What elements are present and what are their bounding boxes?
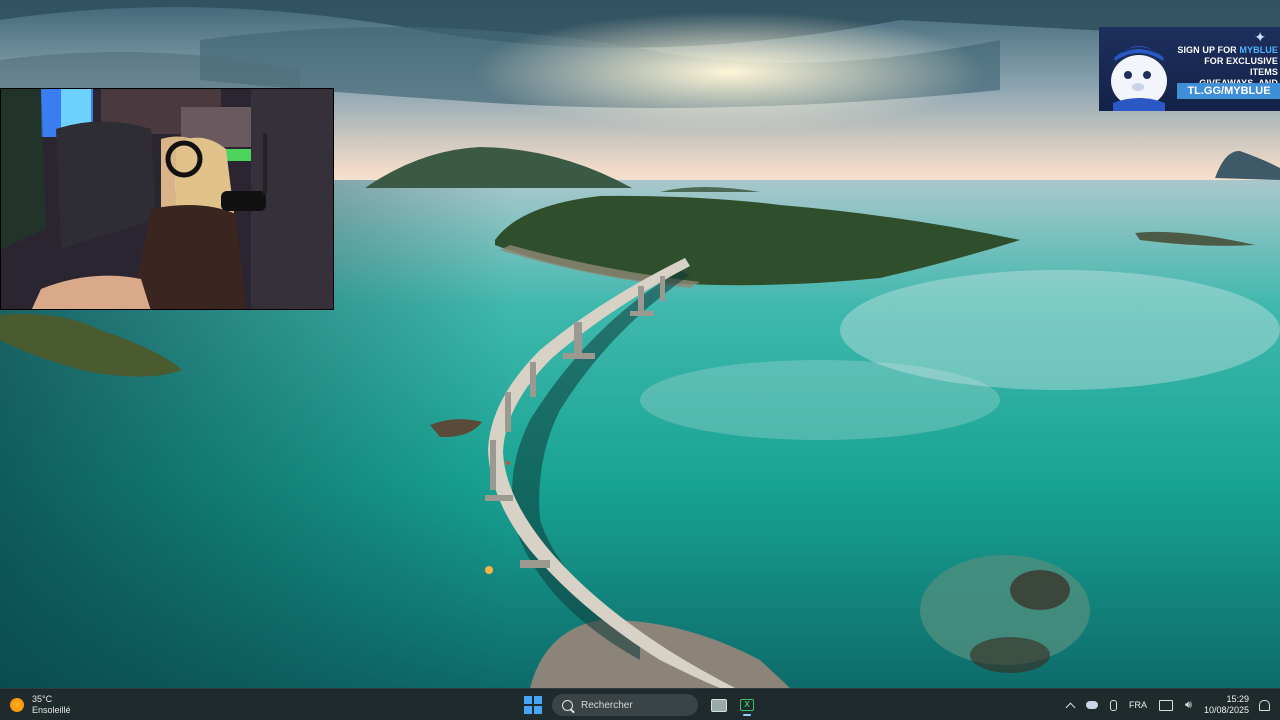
- promo-line1-prefix: SIGN UP FOR: [1177, 45, 1240, 55]
- task-view-icon: [711, 698, 727, 712]
- start-button[interactable]: [524, 696, 542, 714]
- promo-line1-highlight: MYBLUE: [1239, 45, 1278, 55]
- weather-widget[interactable]: 35°C Ensoleillé: [10, 693, 71, 717]
- taskbar-app-button[interactable]: X: [736, 694, 758, 716]
- taskbar-center: Rechercher X: [524, 692, 764, 718]
- clock[interactable]: 15:29 10/08/2025: [1204, 694, 1249, 716]
- search-placeholder: Rechercher: [581, 699, 633, 711]
- clock-date: 10/08/2025: [1203, 705, 1249, 715]
- show-hidden-icons-button[interactable]: [1065, 700, 1076, 712]
- weather-temperature: 35°C: [32, 694, 53, 704]
- weather-description: Ensoleillé: [32, 705, 71, 715]
- promo-banner[interactable]: ✦ SIGN UP FOR MYBLUE FOR EXCLUSIVE ITEMS…: [1099, 27, 1280, 111]
- onedrive-button[interactable]: [1086, 701, 1099, 709]
- volume-button[interactable]: 🔊︎: [1185, 699, 1192, 712]
- search-icon: [562, 699, 573, 711]
- taskbar: 35°C Ensoleillé Rechercher X FRA 🔊︎ 15:2…: [0, 688, 1280, 720]
- system-tray: FRA 🔊︎ 15:29 10/08/2025: [1061, 692, 1270, 718]
- app-icon: X: [740, 699, 754, 711]
- microphone-icon: [1110, 699, 1118, 711]
- sparkle-icon: ✦: [1254, 29, 1266, 45]
- bear-mascot-icon: [1111, 46, 1167, 111]
- cloud-icon: [1086, 701, 1099, 709]
- sun-icon: [10, 698, 24, 712]
- language-indicator[interactable]: FRA: [1129, 700, 1147, 710]
- microphone-button[interactable]: [1110, 699, 1118, 711]
- notification-bell-icon[interactable]: [1259, 699, 1270, 711]
- promo-url[interactable]: TL.GG/MYBLUE: [1177, 83, 1280, 99]
- streamer-webcam-feed: [1, 89, 333, 309]
- windows-logo-icon: [524, 696, 532, 704]
- clock-time: 15:29: [1226, 694, 1249, 704]
- taskbar-search[interactable]: Rechercher: [552, 694, 698, 716]
- webcam-overlay: [0, 88, 334, 310]
- promo-line2: FOR EXCLUSIVE ITEMS: [1204, 56, 1278, 77]
- speaker-icon: 🔊︎: [1185, 698, 1192, 711]
- network-icon: [1159, 699, 1174, 711]
- chevron-up-icon: [1065, 702, 1076, 712]
- network-button[interactable]: [1159, 699, 1174, 711]
- task-view-button[interactable]: [708, 694, 730, 716]
